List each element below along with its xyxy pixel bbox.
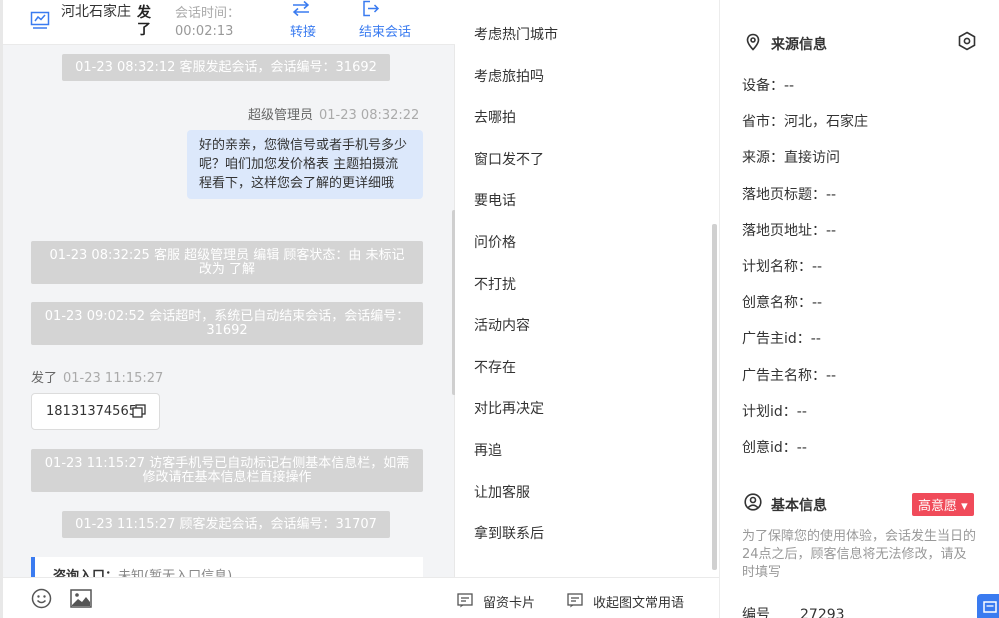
phrases-scrollbar[interactable] [712, 224, 717, 570]
lead-card-label: 留资卡片 [483, 596, 536, 611]
chat-panel: 河北石家庄 发了 会话时间： 00:02:13 转接 结束会话 01-23 08… [0, 0, 455, 618]
transfer-label: 转接 [290, 25, 317, 40]
customer-id-label: 编号 [742, 607, 770, 618]
intent-badge-label: 高意愿 [918, 499, 958, 514]
agent-sender: 超级管理员 01-23 08:32:22 [248, 104, 419, 123]
agent-time: 01-23 08:32:22 [319, 108, 420, 123]
source-info-row: 计划名称：-- [742, 259, 823, 275]
quick-phrase-item[interactable]: 不存在 [474, 357, 516, 377]
quick-phrase-item[interactable]: 去哪拍 [474, 107, 516, 127]
quick-phrase-item[interactable]: 让加客服 [474, 482, 530, 502]
customer-id-row: 编号 27293 [742, 604, 845, 618]
quick-phrase-item[interactable]: 要电话 [474, 190, 516, 210]
entry-value: 未知(暂无入口信息) [118, 569, 233, 577]
customer-info-panel: 来源信息 设备：-- 省市：河北，石家庄 来源：直接访问 落地页标题：-- 落地页地址：… [719, 0, 999, 618]
customer-id-value: 27293 [800, 607, 845, 618]
source-info-title: 来源信息 [771, 37, 827, 53]
quick-phrase-item[interactable]: 考虑热门城市 [474, 24, 558, 44]
collapse-phrases-label: 收起图文常用语 [593, 596, 685, 611]
customer-name: 发了 [137, 5, 151, 38]
transfer-button[interactable]: 转接 [290, 0, 316, 40]
message-icon [567, 593, 583, 608]
quick-phrase-item[interactable]: 活动内容 [474, 315, 530, 335]
chat-icon [983, 601, 997, 613]
card-icon [457, 593, 473, 608]
emoji-icon[interactable] [31, 588, 52, 609]
collapse-phrases-button[interactable]: 收起图文常用语 [567, 592, 685, 611]
customer-city: 河北石家庄 [61, 4, 131, 20]
customer-profile-icon[interactable] [30, 10, 50, 30]
transfer-icon [292, 0, 310, 17]
settings-icon[interactable] [957, 31, 977, 51]
customer-time: 01-23 11:15:27 [63, 371, 164, 386]
message-list[interactable]: 01-23 08:32:12 客服发起会话，会话编号：31692 超级管理员 01… [3, 45, 455, 577]
agent-name: 超级管理员 [248, 108, 314, 123]
intent-badge[interactable]: 高意愿 ▾ [912, 493, 974, 516]
user-icon [744, 493, 762, 511]
exit-icon [363, 0, 380, 17]
quick-phrase-item[interactable]: 再追 [474, 440, 502, 460]
quick-phrase-item[interactable]: 拿到联系后 [474, 523, 544, 543]
source-info-row: 计划id：-- [742, 403, 807, 420]
lead-card-button[interactable]: 留资卡片 [457, 592, 536, 611]
system-message: 01-23 11:15:27 访客手机号已自动标记右侧基本信息栏，如需修改请在基… [31, 449, 423, 492]
customer-message-text: 18131374565 [46, 404, 137, 419]
customer-sender-name: 发了 [31, 371, 58, 386]
source-info-row: 创意id：-- [742, 440, 807, 456]
location-icon [746, 33, 760, 51]
customer-sender: 发了 01-23 11:15:27 [31, 367, 163, 386]
source-info-row: 落地页地址：-- [742, 222, 837, 239]
quick-phrases-panel: 考虑热门城市 考虑旅拍吗去哪拍窗口发不了要电话问价格不打扰活动内容不存在对比再决定… [455, 0, 719, 618]
floating-chat-button[interactable] [977, 594, 999, 618]
system-message: 01-23 08:32:25 客服 超级管理员 编辑 顾客状态：由 未标记 改为… [31, 241, 423, 284]
page: 河北石家庄 发了 会话时间： 00:02:13 转接 结束会话 01-23 08… [0, 0, 999, 618]
basic-info-title: 基本信息 [771, 498, 827, 514]
agent-message-bubble: 好的亲亲，您微信号或者手机号多少呢？咱们加您发价格表 主题拍摄流程看下，这样您会… [187, 130, 423, 199]
quick-phrase-item[interactable]: 考虑旅拍吗 [474, 66, 544, 86]
source-info-row: 落地页标题：-- [742, 186, 837, 203]
source-info-row: 创意名称：-- [742, 295, 823, 312]
edit-notice: 为了保障您的使用体验，会话发生当日的24点之后，顾客信息将无法修改，请及时填写 [742, 529, 977, 580]
chat-toolbar [3, 577, 455, 618]
system-message: 01-23 09:02:52 会话超时，系统已自动结束会话，会话编号：31692 [31, 302, 423, 345]
entry-label: 咨询入口： [53, 569, 119, 577]
system-message: 01-23 08:32:12 客服发起会话，会话编号：31692 [62, 54, 390, 81]
source-info-row: 广告主名称：-- [742, 367, 837, 384]
session-time: 00:02:13 [175, 24, 234, 39]
phrases-toolbar: 留资卡片 收起图文常用语 [455, 577, 719, 618]
source-info-row: 设备：-- [742, 78, 795, 94]
source-info-row: 来源：直接访问 [742, 150, 840, 167]
quick-phrase-item[interactable]: 问价格 [474, 232, 516, 252]
image-icon[interactable] [70, 589, 92, 608]
chevron-down-icon: ▾ [961, 499, 968, 514]
source-info-row: 广告主id：-- [742, 331, 821, 348]
quick-phrase-item[interactable]: 窗口发不了 [474, 149, 544, 169]
session-time-label: 会话时间： [175, 6, 241, 21]
source-info-row: 省市：河北，石家庄 [742, 114, 868, 131]
customer-message-bubble: 18131374565 [31, 393, 160, 430]
end-session-button[interactable]: 结束会话 [359, 0, 411, 40]
copy-icon[interactable] [132, 404, 146, 418]
chat-header: 河北石家庄 发了 会话时间： 00:02:13 转接 结束会话 [3, 0, 455, 45]
end-session-label: 结束会话 [359, 25, 412, 40]
entry-info-card: 咨询入口：未知(暂无入口信息) [31, 557, 423, 577]
system-message: 01-23 11:15:27 顾客发起会话，会话编号：31707 [62, 511, 390, 538]
quick-phrase-item[interactable]: 不打扰 [474, 274, 516, 294]
quick-phrase-item[interactable]: 对比再决定 [474, 398, 544, 418]
